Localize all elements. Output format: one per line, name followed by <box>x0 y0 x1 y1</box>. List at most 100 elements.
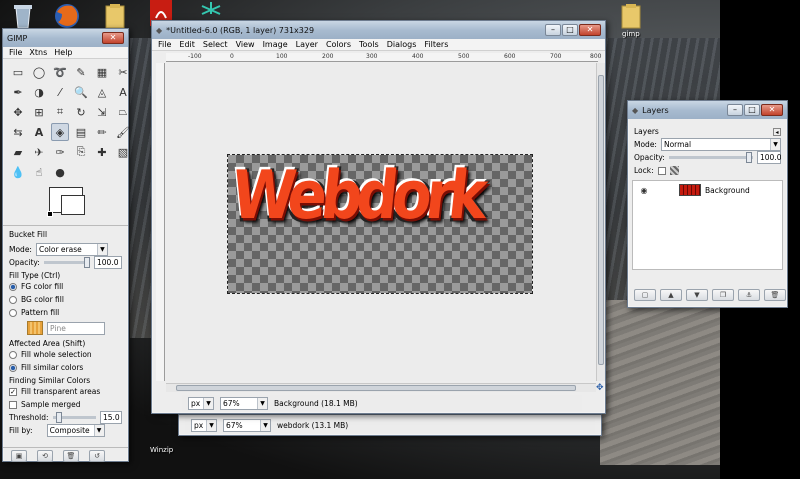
default-colors-icon[interactable] <box>47 211 53 217</box>
pattern-fill-radio[interactable] <box>9 308 17 317</box>
scale-icon[interactable]: ⇲ <box>93 103 111 121</box>
reset-options-icon[interactable]: ↺ <box>89 450 105 462</box>
bg-fill-radio[interactable] <box>9 295 17 304</box>
text-tool-icon[interactable]: A <box>30 123 48 141</box>
menu-filters[interactable]: Filters <box>424 40 448 49</box>
pattern-swatch[interactable] <box>27 321 43 335</box>
opacity-input[interactable]: 100.0 <box>94 256 122 269</box>
eye-icon[interactable]: ◉ <box>637 186 651 195</box>
color-select-icon[interactable]: ▦ <box>93 63 111 81</box>
menu-tools[interactable]: Tools <box>359 40 379 49</box>
navigate-icon[interactable]: ✥ <box>596 383 606 393</box>
new-layer-icon[interactable]: ▢ <box>634 289 656 301</box>
unit-select[interactable]: px ▼ <box>188 396 214 410</box>
delete-options-icon[interactable]: 🗑 <box>63 450 79 462</box>
horizontal-ruler[interactable]: -100 0 100 200 300 400 500 600 700 800 <box>166 53 601 62</box>
eraser-icon[interactable]: ▰ <box>9 143 27 161</box>
background-image-window[interactable]: px ▼ 67% ▼ webdork (13.1 MB) <box>178 414 602 436</box>
horizontal-scrollbar[interactable] <box>166 383 596 392</box>
flip-icon[interactable]: ⇆ <box>9 123 27 141</box>
foreground-select-icon[interactable]: ◑ <box>30 83 48 101</box>
rect-select-icon[interactable]: ▭ <box>9 63 27 81</box>
paintbrush-icon[interactable]: 🖌 <box>114 123 132 141</box>
menu-xtns[interactable]: Xtns <box>29 48 47 57</box>
close-button[interactable]: ✕ <box>102 32 124 44</box>
zoom-icon[interactable]: 🔍 <box>72 83 90 101</box>
delete-layer-icon[interactable]: 🗑 <box>764 289 786 301</box>
toolbox-titlebar[interactable]: GIMP ✕ <box>3 29 128 47</box>
layer-name[interactable]: Background <box>705 186 750 195</box>
minimize-button[interactable]: – <box>727 104 743 116</box>
fg-fill-radio[interactable] <box>9 282 17 291</box>
perspective-clone-icon[interactable]: ▧ <box>114 143 132 161</box>
layer-opacity-slider[interactable] <box>668 152 753 163</box>
scissors-icon[interactable]: ✂ <box>114 63 132 81</box>
image-window[interactable]: ◆ *Untitled-6.0 (RGB, 1 layer) 731x329 –… <box>151 20 606 414</box>
menu-image[interactable]: Image <box>263 40 288 49</box>
airbrush-icon[interactable]: ✈ <box>30 143 48 161</box>
similar-colors-radio[interactable] <box>9 363 17 372</box>
zoom-select[interactable]: 67% ▼ <box>223 418 271 432</box>
threshold-slider[interactable] <box>52 412 96 423</box>
menu-view[interactable]: View <box>236 40 255 49</box>
unit-select[interactable]: px ▼ <box>191 418 217 432</box>
blend-icon[interactable]: ▤ <box>72 123 90 141</box>
canvas-area[interactable]: Webdork <box>166 63 596 381</box>
opacity-slider[interactable] <box>43 257 90 268</box>
restore-options-icon[interactable]: ⟲ <box>37 450 53 462</box>
menu-file[interactable]: File <box>9 48 22 57</box>
foreground-color-swatch[interactable] <box>61 195 85 215</box>
layers-window[interactable]: ◆ Layers – □ ✕ Layers ◂ Mode: Normal ▼ Op… <box>627 100 788 308</box>
gimp-folder-icon[interactable] <box>616 2 646 30</box>
dodge-burn-icon[interactable]: ● <box>51 163 69 181</box>
minimize-button[interactable]: – <box>545 24 561 36</box>
image-canvas[interactable]: Webdork <box>227 154 533 294</box>
fg-bg-colors[interactable] <box>3 183 128 223</box>
layer-row[interactable]: ◉ Background <box>633 181 782 199</box>
align-icon[interactable]: ⊞ <box>30 103 48 121</box>
rotate-icon[interactable]: ↻ <box>72 103 90 121</box>
lower-layer-icon[interactable]: ▼ <box>686 289 708 301</box>
heal-icon[interactable]: ✚ <box>93 143 111 161</box>
threshold-input[interactable]: 15.0 <box>100 411 122 424</box>
text-icon[interactable]: A <box>114 83 132 101</box>
sample-merged-checkbox[interactable] <box>9 400 17 409</box>
ellipse-select-icon[interactable]: ◯ <box>30 63 48 81</box>
image-window-titlebar[interactable]: ◆ *Untitled-6.0 (RGB, 1 layer) 731x329 –… <box>152 21 605 39</box>
close-button[interactable]: ✕ <box>579 24 601 36</box>
measure-icon[interactable]: ◬ <box>93 83 111 101</box>
lasso-icon[interactable]: ➰ <box>51 63 69 81</box>
fill-by-select[interactable]: Composite ▼ <box>46 424 105 437</box>
maximize-button[interactable]: □ <box>744 104 760 116</box>
vertical-scrollbar[interactable] <box>596 63 605 381</box>
firefox-icon[interactable] <box>52 2 82 30</box>
smudge-icon[interactable]: ☝ <box>30 163 48 181</box>
raise-layer-icon[interactable]: ▲ <box>660 289 682 301</box>
maximize-button[interactable]: □ <box>562 24 578 36</box>
blur-icon[interactable]: 💧 <box>9 163 27 181</box>
mode-select[interactable]: Color erase ▼ <box>35 243 108 256</box>
layer-mode-select[interactable]: Normal ▼ <box>660 138 781 151</box>
fill-transparent-checkbox[interactable]: ✓ <box>9 387 17 396</box>
layer-opacity-input[interactable]: 100.0 <box>757 151 781 164</box>
duplicate-layer-icon[interactable]: ❐ <box>712 289 734 301</box>
whole-selection-radio[interactable] <box>9 350 17 359</box>
menu-colors[interactable]: Colors <box>326 40 351 49</box>
menu-layer[interactable]: Layer <box>296 40 318 49</box>
vertical-ruler[interactable] <box>156 63 165 381</box>
paths-icon[interactable]: ✒ <box>9 83 27 101</box>
menu-select[interactable]: Select <box>203 40 228 49</box>
perspective-icon[interactable]: ⏢ <box>114 103 132 121</box>
fuzzy-select-icon[interactable]: ✎ <box>72 63 90 81</box>
folder-icon[interactable] <box>100 2 130 30</box>
bucket-fill-icon[interactable]: ◈ <box>51 123 69 141</box>
crop-icon[interactable]: ⌗ <box>51 103 69 121</box>
layers-titlebar[interactable]: ◆ Layers – □ ✕ <box>628 101 787 119</box>
color-picker-icon[interactable]: ⁄ <box>51 83 69 101</box>
pencil-icon[interactable]: ✏ <box>93 123 111 141</box>
menu-help[interactable]: Help <box>54 48 72 57</box>
save-options-icon[interactable]: ▣ <box>11 450 27 462</box>
lock-pixels-checkbox[interactable] <box>657 166 666 175</box>
menu-edit[interactable]: Edit <box>179 40 195 49</box>
ink-icon[interactable]: ✑ <box>51 143 69 161</box>
